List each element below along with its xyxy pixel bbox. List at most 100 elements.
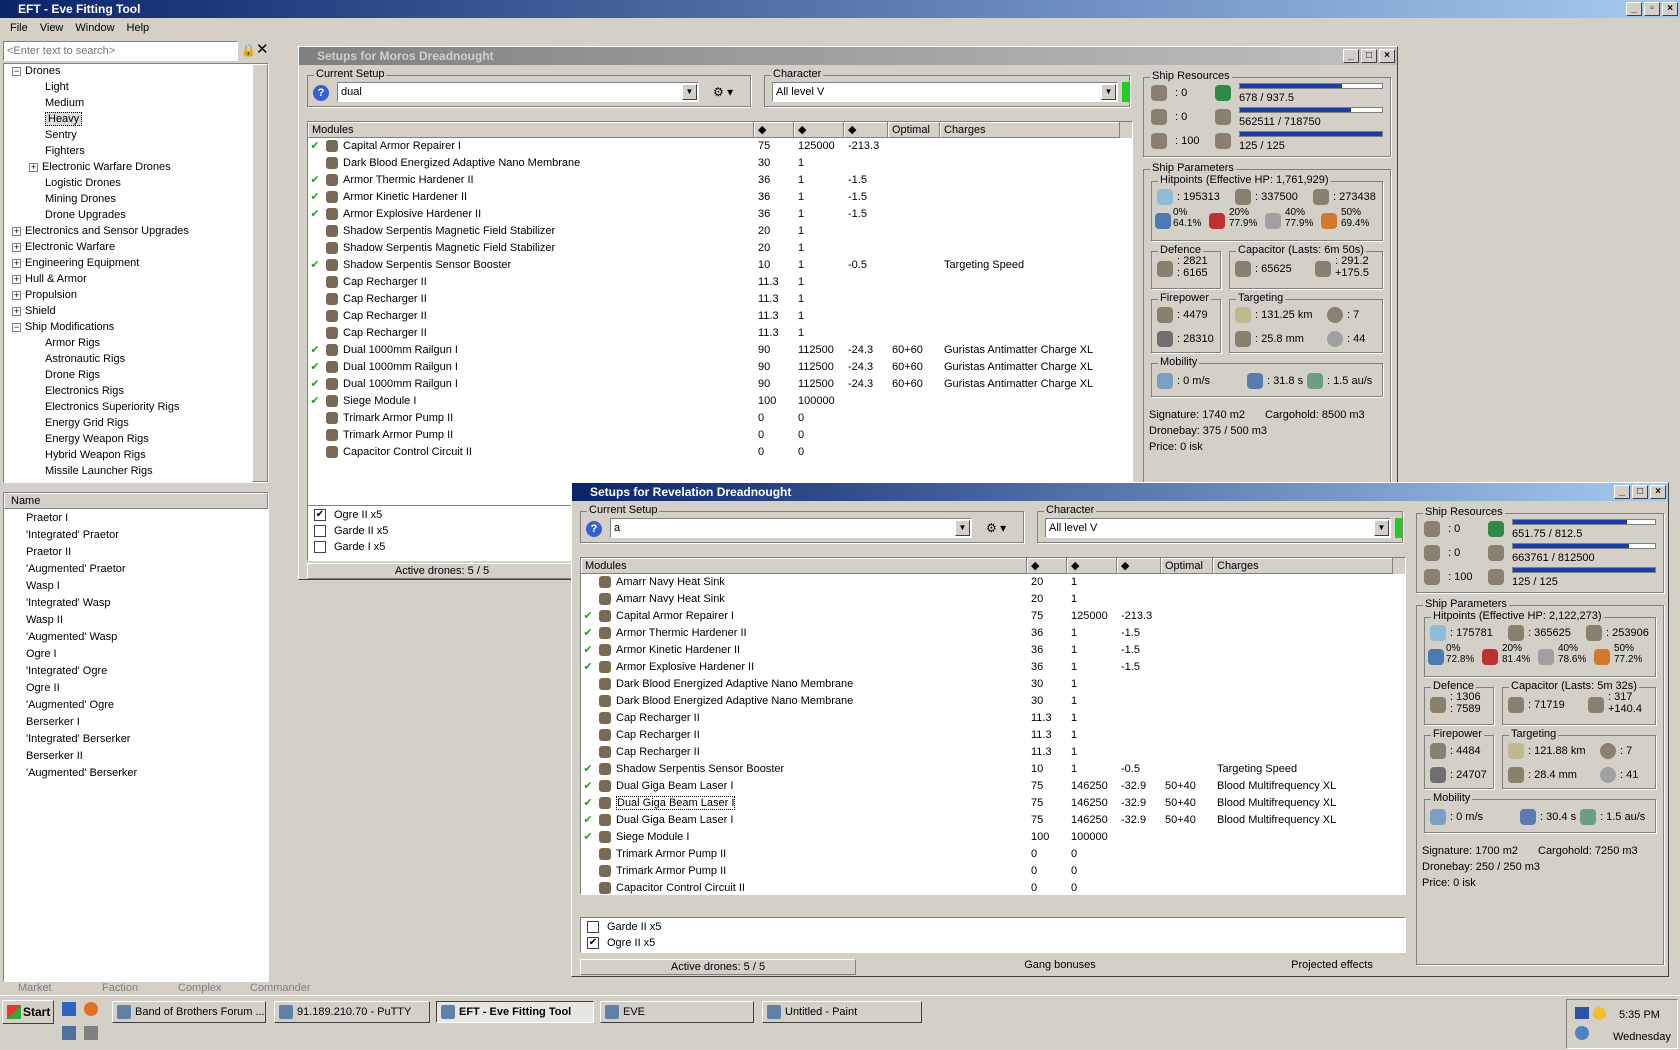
module-row[interactable]: Shadow Serpentis Magnetic Field Stabiliz… (308, 240, 1132, 257)
drone-row[interactable]: ✔ Ogre II x5 (581, 935, 1405, 951)
module-row[interactable]: ✔ Shadow Serpentis Sensor Booster 10 1 -0.5 T… (308, 257, 1132, 274)
list-item[interactable]: 'Augmented' Wasp (3, 629, 269, 646)
module-row[interactable]: Dark Blood Energized Adaptive Nano Membr… (581, 693, 1405, 710)
module-row[interactable]: ✔ Armor Thermic Hardener II 36 1 -1.5 (581, 625, 1405, 642)
column-header[interactable]: Charges (940, 122, 1120, 138)
module-row[interactable]: Cap Recharger II 11.3 1 (308, 274, 1132, 291)
collapse-icon[interactable]: − (12, 322, 21, 332)
tree-item[interactable]: Electronics Superiority Rigs (3, 399, 269, 415)
expand-icon[interactable]: + (12, 242, 21, 252)
drone-checkbox[interactable] (314, 525, 326, 537)
tree-item[interactable]: + Engineering Equipment (3, 255, 269, 271)
inactive-slot[interactable] (308, 240, 322, 257)
module-row[interactable]: Trimark Armor Pump II 0 0 (308, 410, 1132, 427)
module-row[interactable]: Cap Recharger II 11.3 1 (581, 710, 1405, 727)
bottom-tab[interactable]: Faction (102, 982, 138, 994)
close-button[interactable]: × (1662, 2, 1678, 16)
rev-minimize-button[interactable]: _ (1614, 485, 1630, 499)
inactive-slot[interactable] (308, 410, 322, 427)
module-row[interactable]: Amarr Navy Heat Sink 20 1 (581, 574, 1405, 591)
inactive-slot[interactable] (581, 574, 595, 591)
module-row[interactable]: ✔ Dual Giga Beam Laser I 75 146250 -32.9 50+4… (581, 812, 1405, 829)
fit-tools-icon[interactable]: ⚙ ▾ (713, 85, 733, 99)
tree-item[interactable]: Heavy (3, 111, 269, 127)
firefox-icon[interactable] (84, 1002, 98, 1016)
tree-item[interactable]: Hybrid Weapon Rigs (3, 447, 269, 463)
active-check-icon[interactable]: ✔ (308, 359, 322, 376)
inactive-slot[interactable] (308, 427, 322, 444)
start-button[interactable]: Start (2, 1000, 54, 1024)
tree-item[interactable]: Sentry (3, 127, 269, 143)
module-row[interactable]: Cap Recharger II 11.3 1 (308, 325, 1132, 342)
inactive-slot[interactable] (581, 710, 595, 727)
taskbar-button[interactable]: EFT - Eve Fitting Tool (436, 1001, 594, 1023)
inactive-slot[interactable] (308, 291, 322, 308)
list-item[interactable]: 'Integrated' Praetor (3, 527, 269, 544)
tray-icon[interactable] (1575, 1026, 1589, 1040)
list-item[interactable]: Wasp II (3, 612, 269, 629)
active-check-icon[interactable]: ✔ (308, 172, 322, 189)
tree-item[interactable]: Missile Launcher Rigs (3, 463, 269, 479)
tree-item[interactable]: Light (3, 79, 269, 95)
module-row[interactable]: Cap Recharger II 11.3 1 (308, 308, 1132, 325)
show-desktop-icon[interactable] (62, 1002, 76, 1016)
moros-setup-select[interactable]: dual ▼ (337, 82, 699, 102)
inactive-slot[interactable] (581, 591, 595, 608)
expand-icon[interactable]: + (12, 290, 21, 300)
list-item[interactable]: 'Integrated' Wasp (3, 595, 269, 612)
powergrid-column-icon[interactable]: ◆ (794, 122, 844, 138)
menu-file[interactable]: File (4, 18, 34, 38)
drone-row[interactable]: Garde II x5 (581, 919, 1405, 935)
restore-button[interactable]: ▫ (1644, 2, 1660, 16)
column-header[interactable]: Charges (1213, 558, 1393, 574)
module-row[interactable]: ✔ Dual Giga Beam Laser I 75 146250 -32.9 50+4… (581, 778, 1405, 795)
column-header[interactable]: Modules (308, 122, 754, 138)
moros-minimize-button[interactable]: _ (1343, 49, 1359, 63)
drone-checkbox[interactable] (587, 921, 599, 933)
module-row[interactable]: ✔ Armor Kinetic Hardener II 36 1 -1.5 (581, 642, 1405, 659)
bottom-tab[interactable]: Complex (178, 982, 221, 994)
module-row[interactable]: Dark Blood Energized Adaptive Nano Membr… (581, 676, 1405, 693)
capacitor-column-icon[interactable]: ◆ (1117, 558, 1161, 574)
active-check-icon[interactable]: ✔ (581, 625, 595, 642)
active-check-icon[interactable]: ✔ (308, 206, 322, 223)
list-item[interactable]: 'Augmented' Ogre (3, 697, 269, 714)
rev-setup-select[interactable]: a ▼ (610, 518, 972, 538)
projected-effects-tab[interactable]: Projected effects (1232, 959, 1432, 971)
search-input[interactable] (3, 41, 238, 61)
tree-item[interactable]: Energy Grid Rigs (3, 415, 269, 431)
list-item[interactable]: Wasp I (3, 578, 269, 595)
inactive-slot[interactable] (308, 308, 322, 325)
module-row[interactable]: ✔ Siege Module I 100 100000 (308, 393, 1132, 410)
list-item[interactable]: 'Integrated' Ogre (3, 663, 269, 680)
drone-checkbox[interactable] (314, 541, 326, 553)
cpu-column-icon[interactable]: ◆ (1027, 558, 1067, 574)
help-icon[interactable]: ? (586, 521, 602, 537)
tree-item[interactable]: Drone Rigs (3, 367, 269, 383)
rev-maximize-button[interactable]: □ (1632, 485, 1648, 499)
taskbar-button[interactable]: 91.189.210.70 - PuTTY (274, 1001, 430, 1023)
tray-icon[interactable] (1593, 1007, 1606, 1020)
bottom-tab[interactable]: Commander (250, 982, 311, 994)
tray-icon[interactable] (1575, 1007, 1589, 1019)
moros-maximize-button[interactable]: □ (1361, 49, 1377, 63)
inactive-slot[interactable] (581, 693, 595, 710)
active-check-icon[interactable]: ✔ (308, 138, 322, 155)
taskbar-button[interactable]: Untitled - Paint (762, 1001, 922, 1023)
tree-item[interactable]: + Electronics and Sensor Upgrades (3, 223, 269, 239)
active-check-icon[interactable]: ✔ (308, 393, 322, 410)
menu-view[interactable]: View (34, 18, 70, 38)
expand-icon[interactable]: + (12, 258, 21, 268)
drone-checkbox[interactable]: ✔ (587, 937, 599, 949)
module-row[interactable]: Amarr Navy Heat Sink 20 1 (581, 591, 1405, 608)
tree-item[interactable]: Logistic Drones (3, 175, 269, 191)
list-item[interactable]: Praetor I (3, 510, 269, 527)
module-row[interactable]: ✔ Dual Giga Beam Laser I 75 146250 -32.9 50+4… (581, 795, 1405, 812)
active-check-icon[interactable]: ✔ (308, 376, 322, 393)
list-item[interactable]: 'Integrated' Berserker (3, 731, 269, 748)
menu-help[interactable]: Help (121, 18, 156, 38)
tree-item[interactable]: + Shield (3, 303, 269, 319)
active-check-icon[interactable]: ✔ (581, 829, 595, 846)
module-row[interactable]: Trimark Armor Pump II 0 0 (581, 846, 1405, 863)
tree-item[interactable]: + Propulsion (3, 287, 269, 303)
